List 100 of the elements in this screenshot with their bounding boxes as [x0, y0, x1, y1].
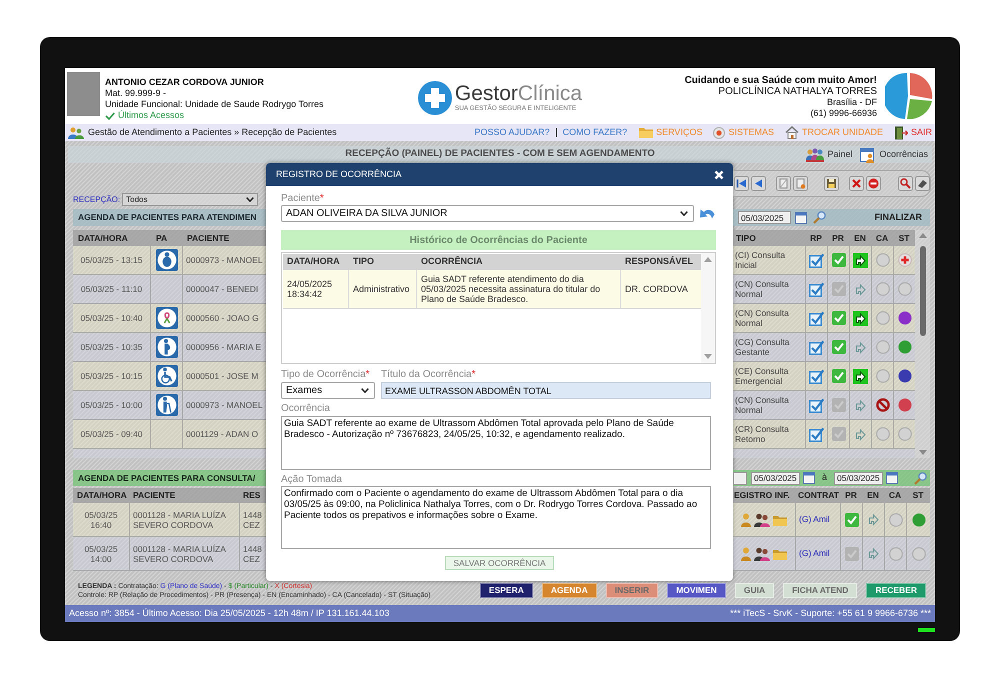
arrow-tile-icon[interactable] — [853, 368, 868, 384]
circle-icon[interactable] — [876, 340, 890, 354]
check-tile-icon[interactable] — [832, 369, 846, 383]
scroll-up-icon[interactable] — [704, 257, 712, 262]
disc-icon — [713, 126, 726, 138]
arrow-tile-icon[interactable] — [866, 512, 881, 527]
check-tile-icon[interactable] — [832, 398, 846, 412]
section-header: AGENDA DE PACIENTES PARA CONSULTA/ — [73, 470, 266, 486]
person-icon[interactable] — [741, 546, 751, 560]
circle-icon[interactable] — [876, 311, 890, 325]
check-tile-icon[interactable] — [832, 340, 846, 354]
scroll-down-icon[interactable] — [918, 450, 926, 455]
type-select[interactable]: Exames — [281, 382, 375, 399]
checkbox-icon[interactable] — [809, 282, 824, 296]
action-button[interactable]: MOVIMEN — [667, 583, 726, 598]
checkbox-icon[interactable] — [809, 426, 824, 442]
arrow-tile-icon[interactable] — [853, 398, 868, 412]
scroll-up-icon[interactable] — [918, 233, 926, 238]
search-icon[interactable] — [914, 472, 927, 484]
column-header: RES — [242, 489, 262, 502]
date-input[interactable]: 05/03/2025 — [834, 472, 884, 484]
table-cell-text: (CI) Consulta Inicial — [734, 249, 786, 272]
action-button[interactable]: ESPERA — [480, 583, 533, 598]
checkbox-icon[interactable] — [809, 368, 824, 384]
finalize-button[interactable]: FINALIZAR — [874, 210, 922, 224]
checkbox-icon[interactable] — [809, 310, 824, 326]
two-people-icon[interactable] — [754, 546, 770, 560]
circle-icon[interactable] — [876, 282, 890, 296]
date-input[interactable]: 05/03/2025 — [738, 211, 791, 224]
patient-select[interactable]: ADAN OLIVEIRA DA SILVA JUNIOR — [281, 205, 694, 222]
close-icon[interactable] — [714, 170, 724, 180]
photo-placeholder — [67, 72, 100, 116]
calendar-icon[interactable] — [795, 212, 807, 224]
check-tile-icon[interactable] — [832, 427, 846, 441]
contract-link[interactable]: (G) Amil — [799, 547, 830, 560]
previous-icon[interactable] — [750, 176, 766, 191]
menu-link[interactable]: SAIR — [894, 126, 932, 140]
arrow-tile-icon[interactable] — [866, 546, 881, 561]
calendar-icon[interactable] — [886, 472, 898, 484]
circle-icon[interactable] — [888, 546, 902, 560]
help-link[interactable]: POSSO AJUDAR? — [474, 126, 550, 140]
table-cell: 05/03/25 - 10:15 — [73, 362, 151, 390]
check-tile-icon[interactable] — [844, 546, 858, 560]
checkbox-icon[interactable] — [809, 340, 824, 354]
date-input[interactable] — [733, 472, 747, 484]
save-button[interactable]: SALVAR OCORRÊNCIA — [445, 556, 554, 570]
circle-icon[interactable] — [888, 512, 902, 526]
shortcut-link[interactable]: Ocorrências — [860, 146, 928, 162]
people-icon — [68, 126, 84, 138]
eraser-icon[interactable] — [915, 176, 930, 191]
recent-access-link[interactable]: Últimos Acessos — [105, 110, 184, 121]
chevron-down-icon — [246, 197, 254, 202]
column-header: TIPO — [735, 232, 757, 244]
table-cell-text: (CE) Consulta Emergencial — [734, 365, 790, 388]
no-entry-icon[interactable] — [866, 176, 881, 191]
scroll-thumb[interactable] — [920, 246, 926, 336]
checkbox-icon[interactable] — [809, 398, 824, 412]
folder-icon[interactable] — [773, 514, 787, 526]
search-icon[interactable] — [898, 176, 914, 191]
table-cell: 05/03/25 - 09:40 — [73, 420, 151, 448]
action-button[interactable]: GUIA — [734, 583, 774, 598]
city-text: Brasília - DF — [826, 97, 877, 108]
column-header: ST — [898, 232, 910, 244]
title-input[interactable]: EXAME ULTRASSON ABDOMÊN TOTAL — [381, 382, 711, 399]
check-tile-icon[interactable] — [832, 253, 846, 267]
blank-page-icon[interactable] — [776, 176, 792, 191]
action-button[interactable]: FICHA ATEND — [783, 583, 858, 598]
person-icon[interactable] — [741, 512, 751, 526]
arrow-tile-icon[interactable] — [853, 426, 868, 442]
x-icon[interactable] — [849, 176, 864, 191]
undo-icon[interactable] — [699, 208, 715, 219]
action-button[interactable]: RECEBER — [866, 583, 926, 598]
prohibited-icon[interactable] — [876, 398, 890, 412]
arrow-tile-icon[interactable] — [853, 252, 868, 268]
date-input[interactable]: 05/03/2025 — [751, 472, 800, 484]
two-people-icon[interactable] — [754, 512, 770, 526]
arrow-tile-icon[interactable] — [853, 310, 868, 326]
first-page-icon[interactable] — [734, 176, 749, 191]
reception-select[interactable]: Todos — [122, 193, 258, 206]
search-icon[interactable] — [813, 211, 826, 224]
folder-icon[interactable] — [773, 548, 787, 560]
chevron-down-icon — [680, 211, 688, 216]
help-link[interactable]: COMO FAZER? — [562, 126, 628, 140]
save-icon[interactable] — [824, 176, 839, 191]
calendar-icon[interactable] — [803, 472, 815, 484]
check-tile-icon[interactable] — [832, 311, 846, 325]
action-textarea[interactable]: Confirmado com o Paciente o agendamento do exame de Ultrassom Abdômen Total para o dia 03/05/25 às 09:00, na Policlinica Nathalya Torres, com o Dr. Rodrygo Torres Cordova. Passado ao Paciente todos os prepativos e informações sobre o Exame. — [281, 486, 711, 549]
arrow-tile-icon[interactable] — [853, 340, 868, 354]
occurrence-textarea[interactable]: Guia SADT referente ao exame de Ultrassom Abdômen Total aprovada pelo Plano de Saúde Bradesco - Autorização nº 73676823, 24/05/25, 10:32, e agendamento realizado. — [281, 416, 711, 470]
circle-icon[interactable] — [876, 253, 890, 267]
check-tile-icon[interactable] — [844, 512, 858, 526]
shortcut-link[interactable]: Painel — [806, 148, 852, 162]
contract-link[interactable]: (G) Amil — [799, 513, 830, 526]
scroll-down-icon[interactable] — [704, 354, 712, 359]
arrow-tile-icon[interactable] — [853, 282, 868, 296]
circle-icon[interactable] — [876, 369, 890, 383]
checkbox-icon[interactable] — [809, 252, 824, 268]
circle-icon[interactable] — [876, 427, 890, 441]
check-tile-icon[interactable] — [832, 282, 846, 296]
column-header: PR — [831, 232, 845, 244]
